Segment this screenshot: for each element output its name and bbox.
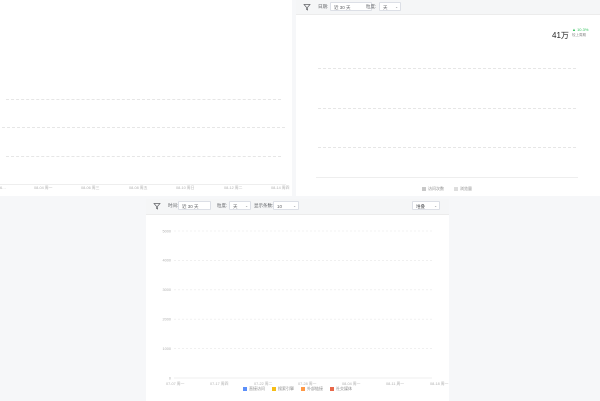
x-tick-label: 08-11 周一 xyxy=(386,381,404,386)
x-tick-label: 08-06 周三 xyxy=(81,186,100,190)
x-tick-label: 08-04 周一 xyxy=(34,186,53,190)
legend-swatch xyxy=(454,186,458,191)
legend-label: 外部链接 xyxy=(307,386,323,391)
granularity-value: 天 xyxy=(383,5,388,10)
topn-value: 10 xyxy=(277,204,283,209)
y-tick-label: 0 xyxy=(169,376,171,380)
x-tick-label: 08-08 周五 xyxy=(129,186,148,190)
gridline xyxy=(318,68,576,69)
y-tick-label: 4000 xyxy=(163,259,171,263)
x-tick-label: 6… xyxy=(0,186,6,190)
time-select[interactable]: 近 30 天 xyxy=(178,201,211,210)
y-tick-label: 1000 xyxy=(163,347,171,351)
kpi-compare-label: 较上周期 xyxy=(572,33,586,37)
granularity-select[interactable]: 天 ⌄ xyxy=(229,201,251,210)
legend: 直接访问 搜索引擎 外部链接 社交媒体 xyxy=(243,386,363,394)
legend-label: 浏览量 xyxy=(460,186,472,191)
topn-label: 显示条数: xyxy=(254,203,274,208)
range-value: 近 30 天 xyxy=(334,5,351,10)
legend-swatch xyxy=(272,386,276,391)
bottom-toolbar: 时间: 近 30 天 粒度: 天 ⌄ 显示条数: 10 ⌄ 堆叠 ⌄ xyxy=(146,199,449,215)
granularity-label: 粒度: xyxy=(217,203,228,208)
x-tick-label: 08-12 周二 xyxy=(224,186,243,190)
kpi-value: 41万 xyxy=(552,31,569,40)
time-label: 时间: xyxy=(168,203,179,208)
x-axis xyxy=(0,184,286,185)
legend-item[interactable]: 访问次数 xyxy=(422,186,444,192)
x-tick-label: 08-10 周日 xyxy=(176,186,195,190)
legend-swatch xyxy=(243,386,247,391)
chevron-down-icon: ⌄ xyxy=(434,204,437,208)
gridline xyxy=(318,108,576,109)
bottom-line-chart: 50004000300020001000007-07 周一 07-17 周四 07-… xyxy=(163,229,449,386)
legend-item[interactable]: 社交媒体 xyxy=(330,386,352,392)
y-tick-label: 5000 xyxy=(163,229,171,233)
chevron-down-icon: ⌄ xyxy=(293,204,296,208)
granularity-value: 天 xyxy=(233,204,238,209)
topn-select[interactable]: 10 ⌄ xyxy=(273,201,299,210)
gridline xyxy=(318,147,576,148)
bottom-chart-panel: 时间: 近 30 天 粒度: 天 ⌄ 显示条数: 10 ⌄ 堆叠 ⌄ 5000 4… xyxy=(146,199,449,401)
legend-swatch xyxy=(301,386,305,391)
y-tick-label: 3000 xyxy=(163,288,171,292)
filter-icon[interactable] xyxy=(152,201,162,211)
chevron-down-icon: ⌄ xyxy=(245,204,248,208)
legend-item[interactable]: 直接访问 xyxy=(243,386,265,392)
view-value: 堆叠 xyxy=(416,204,425,209)
top-right-toolbar: 日期: 近 30 天 粒度: 天 ⌄ xyxy=(296,0,600,15)
x-tick-label: 08-18 周一 xyxy=(430,381,449,386)
gridline xyxy=(6,99,281,100)
granularity-label: 粒度: xyxy=(366,4,377,9)
gridline xyxy=(6,156,281,157)
legend-swatch xyxy=(330,386,334,391)
x-axis xyxy=(316,177,578,178)
kpi-change: ▲ 10.3% xyxy=(572,27,589,32)
legend-swatch xyxy=(422,186,426,191)
legend-label: 社交媒体 xyxy=(336,386,352,391)
top-right-panel: 日期: 近 30 天 粒度: 天 ⌄ 41万 ▲ 10.3% 较上周期 访问次数… xyxy=(296,0,600,196)
legend-item[interactable]: 浏览量 xyxy=(454,186,472,192)
range-label: 日期: xyxy=(318,4,329,9)
y-tick-label: 2000 xyxy=(163,318,171,322)
x-tick-label: 07-17 周四 xyxy=(210,381,229,386)
legend-item[interactable]: 搜索引擎 xyxy=(272,386,294,392)
granularity-select[interactable]: 天 ⌄ xyxy=(379,2,401,11)
legend-label: 访问次数 xyxy=(428,186,444,191)
legend-label: 直接访问 xyxy=(249,386,265,391)
x-tick-label: 08-14 周四 xyxy=(271,186,290,190)
legend-label: 搜索引擎 xyxy=(278,386,294,391)
filter-icon[interactable] xyxy=(302,2,312,12)
legend-item[interactable]: 外部链接 xyxy=(301,386,323,392)
gridline xyxy=(2,127,285,128)
chevron-down-icon: ⌄ xyxy=(395,5,398,9)
top-left-chart-panel: 6… 08-04 周一 08-06 周三 08-08 周五 08-10 周日 0… xyxy=(0,0,292,196)
view-select[interactable]: 堆叠 ⌄ xyxy=(412,201,440,210)
x-tick-label: 07-07 周一 xyxy=(166,381,185,386)
time-value: 近 30 天 xyxy=(182,204,199,209)
